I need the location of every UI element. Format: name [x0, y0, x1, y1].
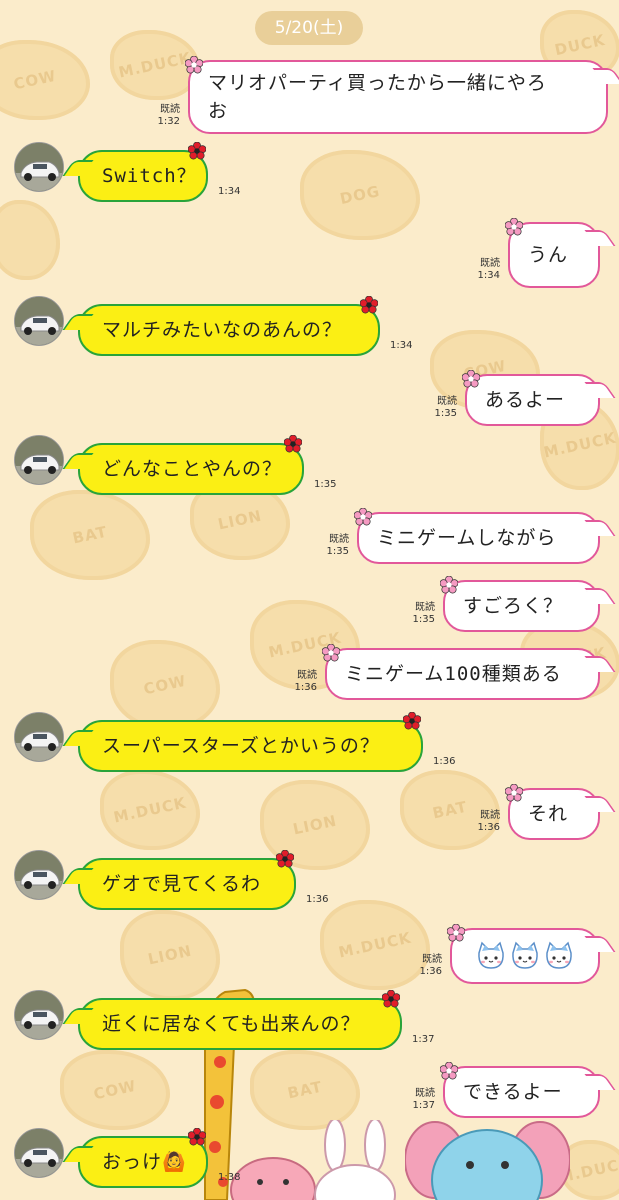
- message-meta: 既読 1:35: [435, 396, 457, 420]
- elephant-decoration: [405, 1121, 570, 1200]
- message-meta: 1:38: [218, 1172, 240, 1184]
- timestamp: 1:35: [412, 614, 435, 625]
- message-text: おっけ🙆: [102, 1151, 187, 1173]
- flower-icon: [403, 712, 421, 730]
- timestamp: 1:36: [477, 822, 500, 833]
- timestamp: 1:34: [390, 340, 413, 351]
- read-receipt: 既読: [480, 810, 500, 821]
- received-message-bubble[interactable]: どんなことやんの？: [78, 443, 304, 495]
- message-text: ミニゲームしながら: [377, 527, 557, 549]
- timestamp: 1:37: [412, 1034, 435, 1045]
- sent-message-bubble[interactable]: すごろく？: [443, 580, 600, 632]
- message-text: どんなことやんの？: [102, 458, 283, 480]
- message-meta: 既読 1:35: [327, 534, 349, 558]
- flower-icon: [360, 296, 378, 314]
- timestamp: 1:36: [433, 756, 456, 767]
- timestamp: 1:37: [412, 1100, 435, 1111]
- message-meta: 既読 1:37: [413, 1088, 435, 1112]
- contact-avatar[interactable]: [14, 990, 64, 1040]
- cat-face-icon: [478, 941, 504, 969]
- read-receipt: 既読: [329, 534, 349, 545]
- message-text: Switch？: [102, 165, 197, 187]
- message-meta: 既読 1:34: [478, 258, 500, 282]
- message-meta: 1:35: [314, 479, 336, 491]
- read-receipt: 既読: [297, 670, 317, 681]
- received-message-bubble[interactable]: マルチみたいなのあんの？: [78, 304, 380, 356]
- message-text: ゲオで見てくるわ: [102, 873, 262, 895]
- contact-avatar[interactable]: [14, 850, 64, 900]
- timestamp: 1:36: [419, 966, 442, 977]
- message-meta: 既読 1:36: [420, 954, 442, 978]
- flower-icon: [354, 508, 372, 526]
- message-text: うん: [528, 244, 569, 266]
- flower-icon: [382, 990, 400, 1008]
- read-receipt: 既読: [422, 954, 442, 965]
- flower-icon: [440, 1062, 458, 1080]
- sent-message-bubble[interactable]: できるよー: [443, 1066, 600, 1118]
- sent-message-bubble[interactable]: ミニゲームしながら: [357, 512, 600, 564]
- message-meta: 1:34: [218, 186, 240, 198]
- cat-face-icon: [512, 941, 538, 969]
- read-receipt: 既読: [415, 602, 435, 613]
- timestamp: 1:34: [477, 270, 500, 281]
- message-meta: 1:36: [306, 894, 328, 906]
- flower-icon: [505, 784, 523, 802]
- contact-avatar[interactable]: [14, 712, 64, 762]
- received-message-bubble[interactable]: ゲオで見てくるわ: [78, 858, 296, 910]
- flower-icon: [462, 370, 480, 388]
- message-meta: 1:34: [390, 340, 412, 352]
- rabbit-decoration: [314, 1120, 396, 1200]
- message-meta: 1:37: [412, 1034, 434, 1046]
- cat-face-icon: [546, 941, 572, 969]
- flower-icon: [440, 576, 458, 594]
- timestamp: 1:35: [434, 408, 457, 419]
- timestamp: 1:36: [294, 682, 317, 693]
- contact-avatar[interactable]: [14, 435, 64, 485]
- message-text: マルチみたいなのあんの？: [102, 319, 343, 341]
- flower-icon: [188, 1128, 206, 1146]
- timestamp: 1:38: [218, 1172, 241, 1183]
- message-text: マリオパーティ買ったから一緒にやろ お: [208, 72, 547, 122]
- message-text: それ: [528, 803, 569, 825]
- message-meta: 既読 1:36: [478, 810, 500, 834]
- date-separator: 5/20(土): [255, 11, 363, 45]
- message-text: スーパースターズとかいうの？: [102, 735, 380, 757]
- timestamp: 1:34: [218, 186, 241, 197]
- contact-avatar[interactable]: [14, 296, 64, 346]
- received-message-bubble[interactable]: スーパースターズとかいうの？: [78, 720, 423, 772]
- flower-icon: [284, 435, 302, 453]
- flower-icon: [505, 218, 523, 236]
- timestamp: 1:35: [326, 546, 349, 557]
- contact-avatar[interactable]: [14, 142, 64, 192]
- message-meta: 1:36: [433, 756, 455, 768]
- sent-message-bubble[interactable]: [450, 928, 600, 984]
- received-message-bubble[interactable]: 近くに居なくても出来んの？: [78, 998, 402, 1050]
- message-text: できるよー: [463, 1081, 563, 1103]
- sent-message-bubble[interactable]: あるよー: [465, 374, 600, 426]
- read-receipt: 既読: [480, 258, 500, 269]
- timestamp: 1:36: [306, 894, 329, 905]
- message-meta: 既読 1:35: [413, 602, 435, 626]
- flower-icon: [276, 850, 294, 868]
- message-meta: 既読 1:32: [158, 104, 180, 128]
- flower-icon: [188, 142, 206, 160]
- sent-message-bubble[interactable]: マリオパーティ買ったから一緒にやろ お: [188, 60, 608, 134]
- timestamp: 1:32: [157, 116, 180, 127]
- contact-avatar[interactable]: [14, 1128, 64, 1178]
- read-receipt: 既読: [160, 104, 180, 115]
- read-receipt: 既読: [415, 1088, 435, 1099]
- message-text: 近くに居なくても出来んの？: [102, 1013, 361, 1035]
- timestamp: 1:35: [314, 479, 337, 490]
- flower-icon: [447, 924, 465, 942]
- message-text: あるよー: [485, 389, 566, 411]
- message-text: ミニゲーム100種類ある: [345, 663, 562, 685]
- message-meta: 既読 1:36: [295, 670, 317, 694]
- read-receipt: 既読: [437, 396, 457, 407]
- sent-message-bubble[interactable]: ミニゲーム100種類ある: [325, 648, 600, 700]
- flower-icon: [322, 644, 340, 662]
- flower-icon: [185, 56, 203, 74]
- message-text: すごろく？: [463, 595, 564, 617]
